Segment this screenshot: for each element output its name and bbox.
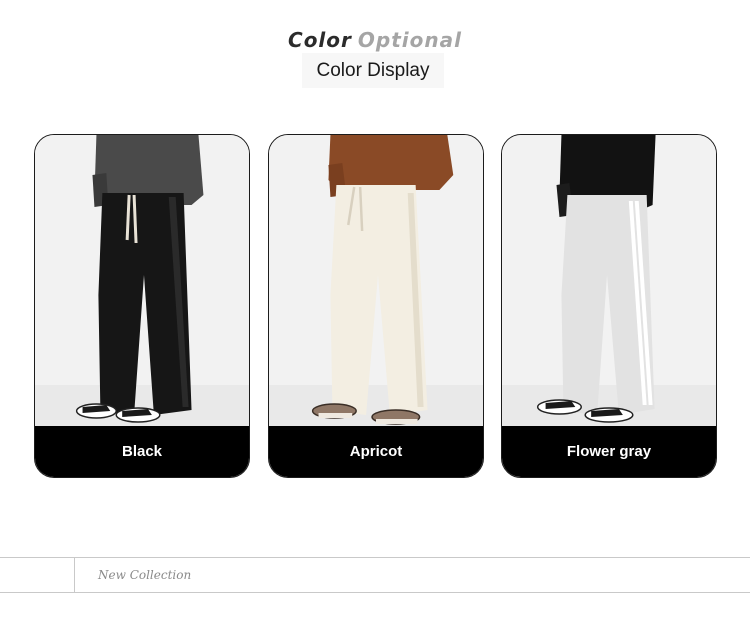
footer-vertical-divider bbox=[74, 557, 75, 593]
pants-illustration bbox=[35, 135, 249, 430]
section-headline: Color Optional bbox=[0, 27, 750, 53]
product-photo-black bbox=[35, 135, 249, 430]
product-label-black: Black bbox=[35, 426, 249, 477]
product-label-flower-gray: Flower gray bbox=[502, 426, 716, 477]
headline-word-optional: Optional bbox=[357, 28, 462, 52]
product-card-black[interactable]: Black bbox=[34, 134, 250, 478]
pants-illustration bbox=[502, 135, 716, 430]
headline-word-color: Color bbox=[288, 28, 352, 52]
footer-top-rule bbox=[0, 557, 750, 558]
footer-bottom-rule bbox=[0, 592, 750, 593]
product-photo-flower-gray bbox=[502, 135, 716, 430]
product-card-apricot[interactable]: Apricot bbox=[268, 134, 484, 478]
footer-collection-text: New Collection bbox=[98, 568, 192, 582]
product-card-flower-gray[interactable]: Flower gray bbox=[501, 134, 717, 478]
product-label-apricot: Apricot bbox=[269, 426, 483, 477]
section-subtitle: Color Display bbox=[302, 53, 444, 88]
pants-illustration bbox=[269, 135, 483, 430]
product-photo-apricot bbox=[269, 135, 483, 430]
